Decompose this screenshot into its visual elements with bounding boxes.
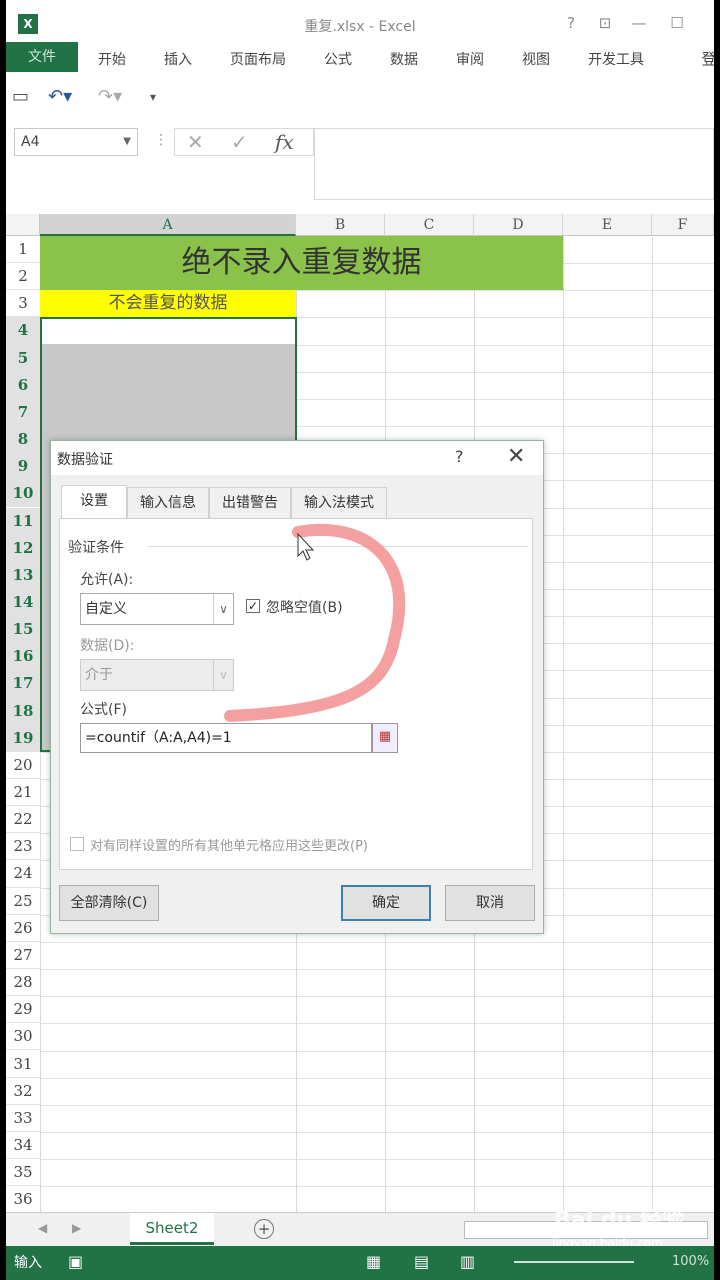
annotation-arrow [224,523,406,722]
watermark-logo: Bai du 经验 [554,1208,684,1233]
sheet-tab-sheet2[interactable]: Sheet2 [130,1213,214,1245]
prev-sheet-icon[interactable]: ◀ [38,1221,47,1235]
zoom-level[interactable]: 100% [672,1254,709,1269]
zoom-slider[interactable] [514,1261,634,1263]
mouse-cursor-icon [297,532,315,561]
next-sheet-icon[interactable]: ▶ [72,1221,81,1235]
annotation-overlay [224,523,406,722]
status-bar: 输入 ▣ ▦ ▤ ▥ 100% [6,1246,714,1280]
page-layout-view-icon[interactable]: ▤ [414,1252,429,1271]
normal-view-icon[interactable]: ▦ [366,1252,381,1271]
excel-window: X 重复.xlsx - Excel ? ⊡ — ☐ 登 文件 开始 插入 页面布… [6,0,714,1280]
page-break-view-icon[interactable]: ▥ [460,1252,475,1271]
status-mode: 输入 [14,1255,42,1271]
macro-record-icon[interactable]: ▣ [68,1252,83,1271]
add-sheet-icon[interactable]: + [254,1219,274,1239]
